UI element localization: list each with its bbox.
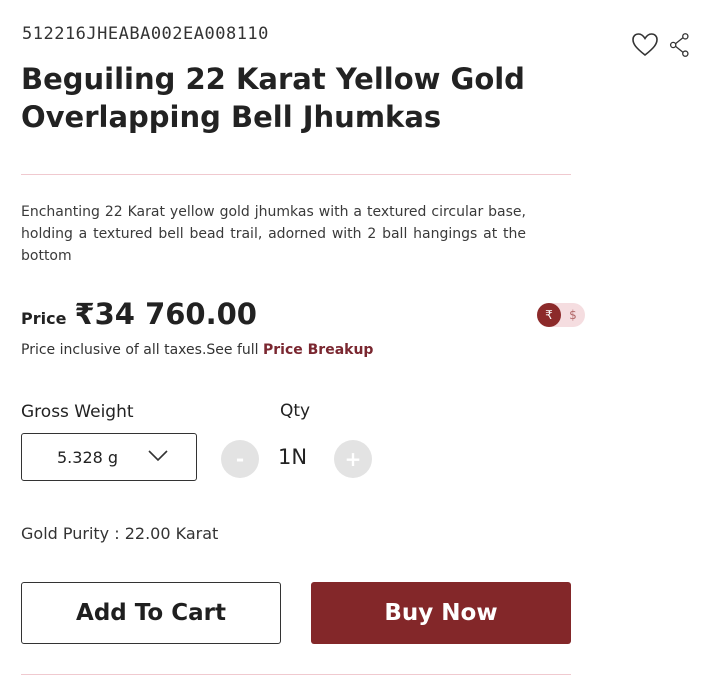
product-actions-icons bbox=[630, 30, 694, 60]
tax-note-text: Price inclusive of all taxes.See full bbox=[21, 342, 263, 358]
gross-weight-value: 5.328 g bbox=[57, 447, 119, 467]
divider-top bbox=[21, 174, 571, 175]
heart-icon[interactable] bbox=[630, 30, 660, 60]
tax-note: Price inclusive of all taxes.See full Pr… bbox=[21, 342, 373, 358]
qty-label: Qty bbox=[280, 401, 311, 421]
product-title: Beguiling 22 Karat Yellow Gold Overlappi… bbox=[21, 62, 525, 134]
buy-now-button[interactable]: Buy Now bbox=[311, 582, 571, 644]
gold-purity: Gold Purity : 22.00 Karat bbox=[21, 524, 219, 543]
currency-toggle[interactable]: ₹ $ bbox=[537, 303, 585, 327]
add-to-cart-button[interactable]: Add To Cart bbox=[21, 582, 281, 644]
product-description: Enchanting 22 Karat yellow gold jhumkas … bbox=[21, 204, 526, 264]
price-label: Price bbox=[21, 309, 67, 328]
price-row: Price ₹34 760.00 bbox=[21, 297, 257, 331]
qty-increment-button[interactable]: + bbox=[334, 440, 372, 478]
currency-dollar-option[interactable]: $ bbox=[561, 303, 585, 327]
divider-bottom bbox=[21, 674, 571, 675]
share-icon[interactable] bbox=[668, 30, 694, 60]
price-value: ₹34 760.00 bbox=[74, 297, 257, 331]
gross-weight-select[interactable]: 5.328 g bbox=[21, 433, 197, 481]
product-sku: 512216JHEABA002EA008110 bbox=[22, 24, 269, 44]
chevron-down-icon bbox=[148, 450, 168, 462]
price-breakup-link[interactable]: Price Breakup bbox=[263, 342, 373, 358]
gross-weight-label: Gross Weight bbox=[21, 402, 134, 422]
currency-rupee-option[interactable]: ₹ bbox=[537, 303, 561, 327]
qty-decrement-button[interactable]: - bbox=[221, 440, 259, 478]
qty-value: 1N bbox=[278, 445, 308, 469]
